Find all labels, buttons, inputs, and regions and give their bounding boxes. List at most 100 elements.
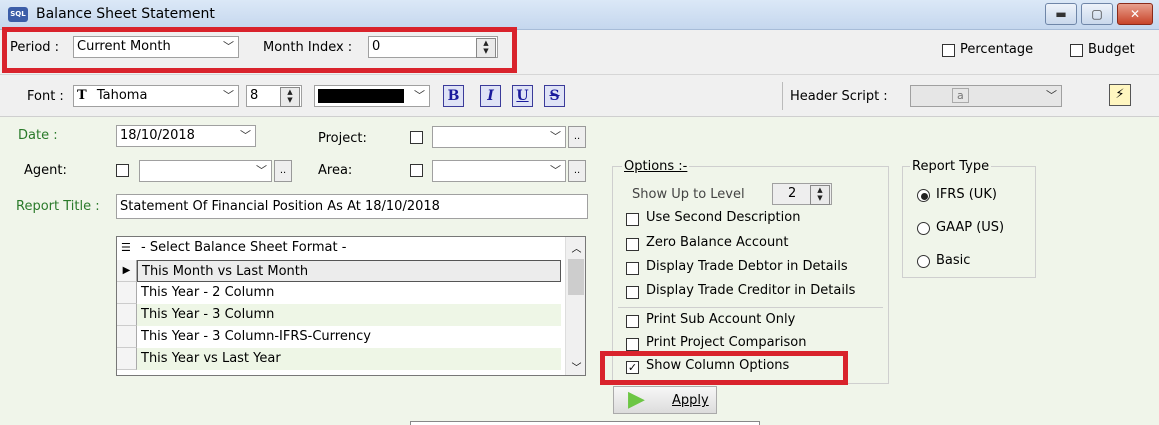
format-list-scrollbar[interactable]: ︿ ﹀ <box>565 237 585 375</box>
row-header <box>117 282 137 304</box>
chevron-down-icon: ﹀ <box>240 129 251 142</box>
date-value: 18/10/2018 <box>120 128 195 143</box>
date-picker[interactable]: 18/10/2018 ﹀ <box>116 125 256 147</box>
format-list-header: ☰ - Select Balance Sheet Format - <box>121 240 347 255</box>
percentage-checkbox[interactable] <box>942 44 955 57</box>
italic-button[interactable]: I <box>480 85 501 107</box>
chevron-down-icon: ﹀ <box>256 164 267 177</box>
date-label: Date : <box>18 128 58 143</box>
budget-checkbox[interactable] <box>1070 44 1083 57</box>
option-label: Print Project Comparison <box>646 335 807 350</box>
option-checkbox[interactable] <box>626 315 639 328</box>
show-level-spinner[interactable]: ▲ ▼ <box>810 185 830 205</box>
truetype-font-icon: T <box>77 88 87 103</box>
run-button[interactable]: ⚡ <box>1109 84 1131 106</box>
period-highlight-box <box>2 27 517 73</box>
row-header <box>117 326 137 348</box>
report-title-label: Report Title : <box>16 199 100 214</box>
strikethrough-button[interactable]: S <box>544 85 565 107</box>
color-swatch <box>318 89 404 103</box>
show-column-options-highlight <box>600 351 848 385</box>
option-label: Display Trade Debtor in Details <box>646 259 848 274</box>
option-label: Display Trade Creditor in Details <box>646 283 856 298</box>
close-button[interactable]: ✕ <box>1117 3 1153 25</box>
area-browse-button[interactable]: .. <box>568 160 586 182</box>
font-label: Font : <box>27 89 64 104</box>
area-checkbox[interactable] <box>410 164 423 177</box>
option-checkbox[interactable] <box>626 213 639 226</box>
apply-label: Apply <box>672 393 709 408</box>
chevron-up-icon: ︿ <box>571 244 582 255</box>
agent-browse-button[interactable]: .. <box>274 160 292 182</box>
window-title: Balance Sheet Statement <box>36 6 215 22</box>
agent-checkbox[interactable] <box>116 164 129 177</box>
list-item[interactable]: This Year vs Last Year <box>137 348 561 370</box>
font-select[interactable]: T Tahoma ﹀ <box>73 85 239 107</box>
font-color-select[interactable]: ﹀ <box>314 85 430 107</box>
report-title-input[interactable]: Statement Of Financial Position As At 18… <box>116 194 588 219</box>
maximize-icon: ▢ <box>1091 7 1103 21</box>
list-item[interactable]: This Year - 3 Column-IFRS-Currency <box>137 326 561 348</box>
list-item[interactable]: This Month vs Last Month <box>137 260 561 282</box>
report-type-radio[interactable] <box>917 189 930 202</box>
apply-button[interactable]: ▶ Apply <box>613 386 717 414</box>
chevron-down-icon: ﹀ <box>414 89 425 102</box>
font-size-input[interactable]: 8 ▲ ▼ <box>246 85 302 107</box>
chevron-down-icon: ﹀ <box>550 130 561 143</box>
project-label: Project: <box>318 131 367 146</box>
bold-button[interactable]: B <box>443 85 464 107</box>
area-label: Area: <box>318 163 353 178</box>
bottom-panel-edge <box>410 421 760 425</box>
maximize-button[interactable]: ▢ <box>1081 3 1113 25</box>
project-checkbox[interactable] <box>410 131 423 144</box>
chevron-down-icon: ﹀ <box>1046 89 1057 102</box>
project-select[interactable]: ﹀ <box>432 126 566 148</box>
report-type-title: Report Type <box>910 159 992 174</box>
options-divider <box>618 307 883 308</box>
chevron-down-icon: ﹀ <box>550 164 561 177</box>
underline-button[interactable]: U <box>512 85 533 107</box>
header-script-select[interactable]: a ﹀ <box>910 85 1062 107</box>
list-item[interactable]: This Year - 3 Column <box>137 304 561 326</box>
budget-label: Budget <box>1088 42 1135 57</box>
row-pointer-icon: ▶ <box>122 265 131 276</box>
report-type-radio[interactable] <box>917 222 930 235</box>
scrollbar-thumb[interactable] <box>568 259 584 295</box>
lightning-icon: ⚡ <box>1115 87 1125 102</box>
option-label: Print Sub Account Only <box>646 312 796 327</box>
format-list[interactable]: ☰ - Select Balance Sheet Format - ▶ This… <box>116 236 586 376</box>
option-label: Zero Balance Account <box>646 235 789 250</box>
agent-select[interactable]: ﹀ <box>139 160 272 182</box>
show-level-value: 2 <box>788 186 797 201</box>
report-type-label: GAAP (US) <box>936 220 1005 235</box>
project-browse-button[interactable]: .. <box>568 126 586 148</box>
report-type-label: Basic <box>936 253 971 268</box>
row-header <box>117 348 137 370</box>
option-checkbox[interactable] <box>626 338 639 351</box>
app-icon: SQL <box>8 7 28 22</box>
minimize-button[interactable]: ▬ <box>1045 3 1077 25</box>
play-arrow-icon: ▶ <box>628 387 645 412</box>
options-title: Options :- <box>622 159 690 174</box>
row-indicator: ▶ <box>117 260 137 282</box>
option-label: Use Second Description <box>646 210 801 225</box>
option-checkbox[interactable] <box>626 238 639 251</box>
font-size-value: 8 <box>250 88 259 103</box>
percentage-label: Percentage <box>960 42 1034 57</box>
option-checkbox[interactable] <box>626 262 639 275</box>
show-level-input[interactable]: 2 ▲ ▼ <box>772 183 832 205</box>
agent-label: Agent: <box>24 163 67 178</box>
report-title-value: Statement Of Financial Position As At 18… <box>120 199 440 214</box>
menu-icon: ☰ <box>121 241 131 254</box>
toolbar-divider <box>782 82 783 110</box>
report-type-label: IFRS (UK) <box>936 187 997 202</box>
report-type-radio[interactable] <box>917 255 930 268</box>
font-size-spinner[interactable]: ▲ ▼ <box>280 87 300 107</box>
header-script-label: Header Script : <box>790 89 888 104</box>
area-select[interactable]: ﹀ <box>432 160 566 182</box>
list-item[interactable]: This Year - 2 Column <box>137 282 561 304</box>
script-icon: a <box>952 88 969 103</box>
row-header <box>117 304 137 326</box>
option-checkbox[interactable] <box>626 286 639 299</box>
show-level-label: Show Up to Level <box>632 187 745 202</box>
